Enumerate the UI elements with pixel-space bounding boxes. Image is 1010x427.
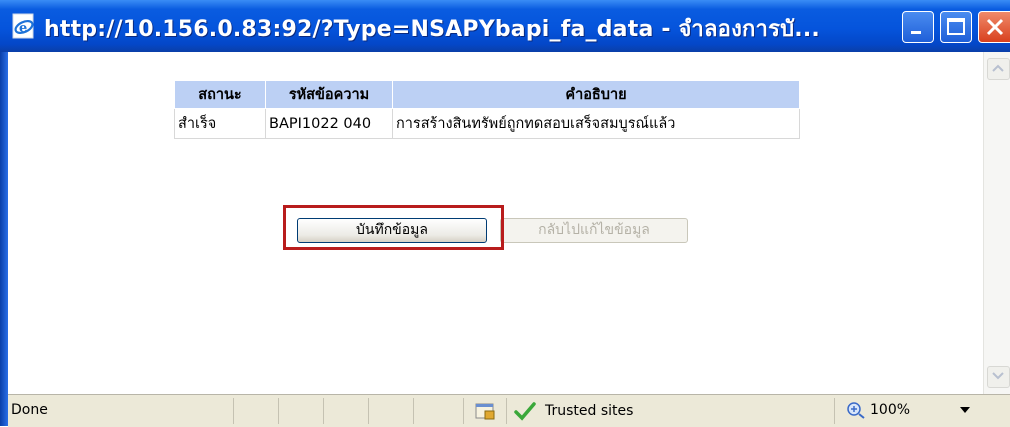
status-divider — [278, 398, 279, 424]
close-button[interactable] — [978, 11, 1010, 43]
checkmark-icon — [514, 402, 536, 421]
maximize-icon — [947, 18, 965, 35]
status-divider — [413, 398, 414, 424]
title-bar[interactable]: e http://10.156.0.83:92/?Type=NSAPYbapi_… — [0, 0, 1010, 52]
column-header-status: สถานะ — [174, 80, 266, 109]
status-divider — [506, 398, 507, 424]
back-to-edit-button: กลับไปแก้ไขข้อมูล — [500, 218, 688, 243]
zoom-dropdown-icon[interactable] — [960, 407, 970, 413]
status-divider — [463, 398, 464, 424]
description-cell: การสร้างสินทรัพย์ถูกทดสอบเสร็จสมบูรณ์แล้… — [392, 108, 800, 139]
zoom-icon — [847, 402, 865, 419]
column-header-message-code: รหัสข้อความ — [265, 80, 393, 109]
status-divider — [233, 398, 234, 424]
status-divider — [834, 398, 835, 424]
column-header-description: คำอธิบาย — [392, 80, 800, 109]
table-row: สำเร็จ BAPI1022 040 การสร้างสินทรัพย์ถูก… — [174, 108, 800, 139]
protected-mode-lock-icon[interactable] — [474, 400, 498, 422]
scroll-up-button[interactable] — [987, 58, 1010, 80]
close-icon — [986, 18, 1004, 36]
scroll-down-button[interactable] — [987, 366, 1010, 388]
status-bar: Done Trusted sites 100% — [8, 394, 1010, 427]
vertical-scrollbar[interactable] — [983, 52, 1010, 394]
message-code-cell: BAPI1022 040 — [265, 108, 393, 139]
message-table: สถานะ รหัสข้อความ คำอธิบาย สำเร็จ BAPI10… — [174, 80, 800, 139]
minimize-icon — [911, 31, 921, 34]
status-divider — [323, 398, 324, 424]
status-cell: สำเร็จ — [174, 108, 266, 139]
ie-page-icon: e — [12, 13, 34, 39]
chevron-up-icon — [992, 64, 1004, 72]
status-divider — [368, 398, 369, 424]
svg-text:e: e — [19, 21, 27, 36]
browser-popup-window: e http://10.156.0.83:92/?Type=NSAPYbapi_… — [0, 0, 1010, 427]
status-text: Done — [11, 402, 48, 418]
chevron-down-icon — [992, 372, 1004, 380]
maximize-button[interactable] — [940, 11, 972, 43]
security-zone[interactable]: Trusted sites — [513, 401, 633, 421]
zoom-level: 100% — [870, 402, 911, 418]
window-title: http://10.156.0.83:92/?Type=NSAPYbapi_fa… — [44, 17, 820, 42]
table-header-row: สถานะ รหัสข้อความ คำอธิบาย — [174, 80, 800, 109]
zoom-control[interactable]: 100% — [846, 401, 910, 419]
window-border — [0, 52, 8, 426]
highlight-box — [283, 205, 504, 250]
zone-label: Trusted sites — [545, 403, 634, 419]
minimize-button[interactable] — [902, 11, 934, 43]
